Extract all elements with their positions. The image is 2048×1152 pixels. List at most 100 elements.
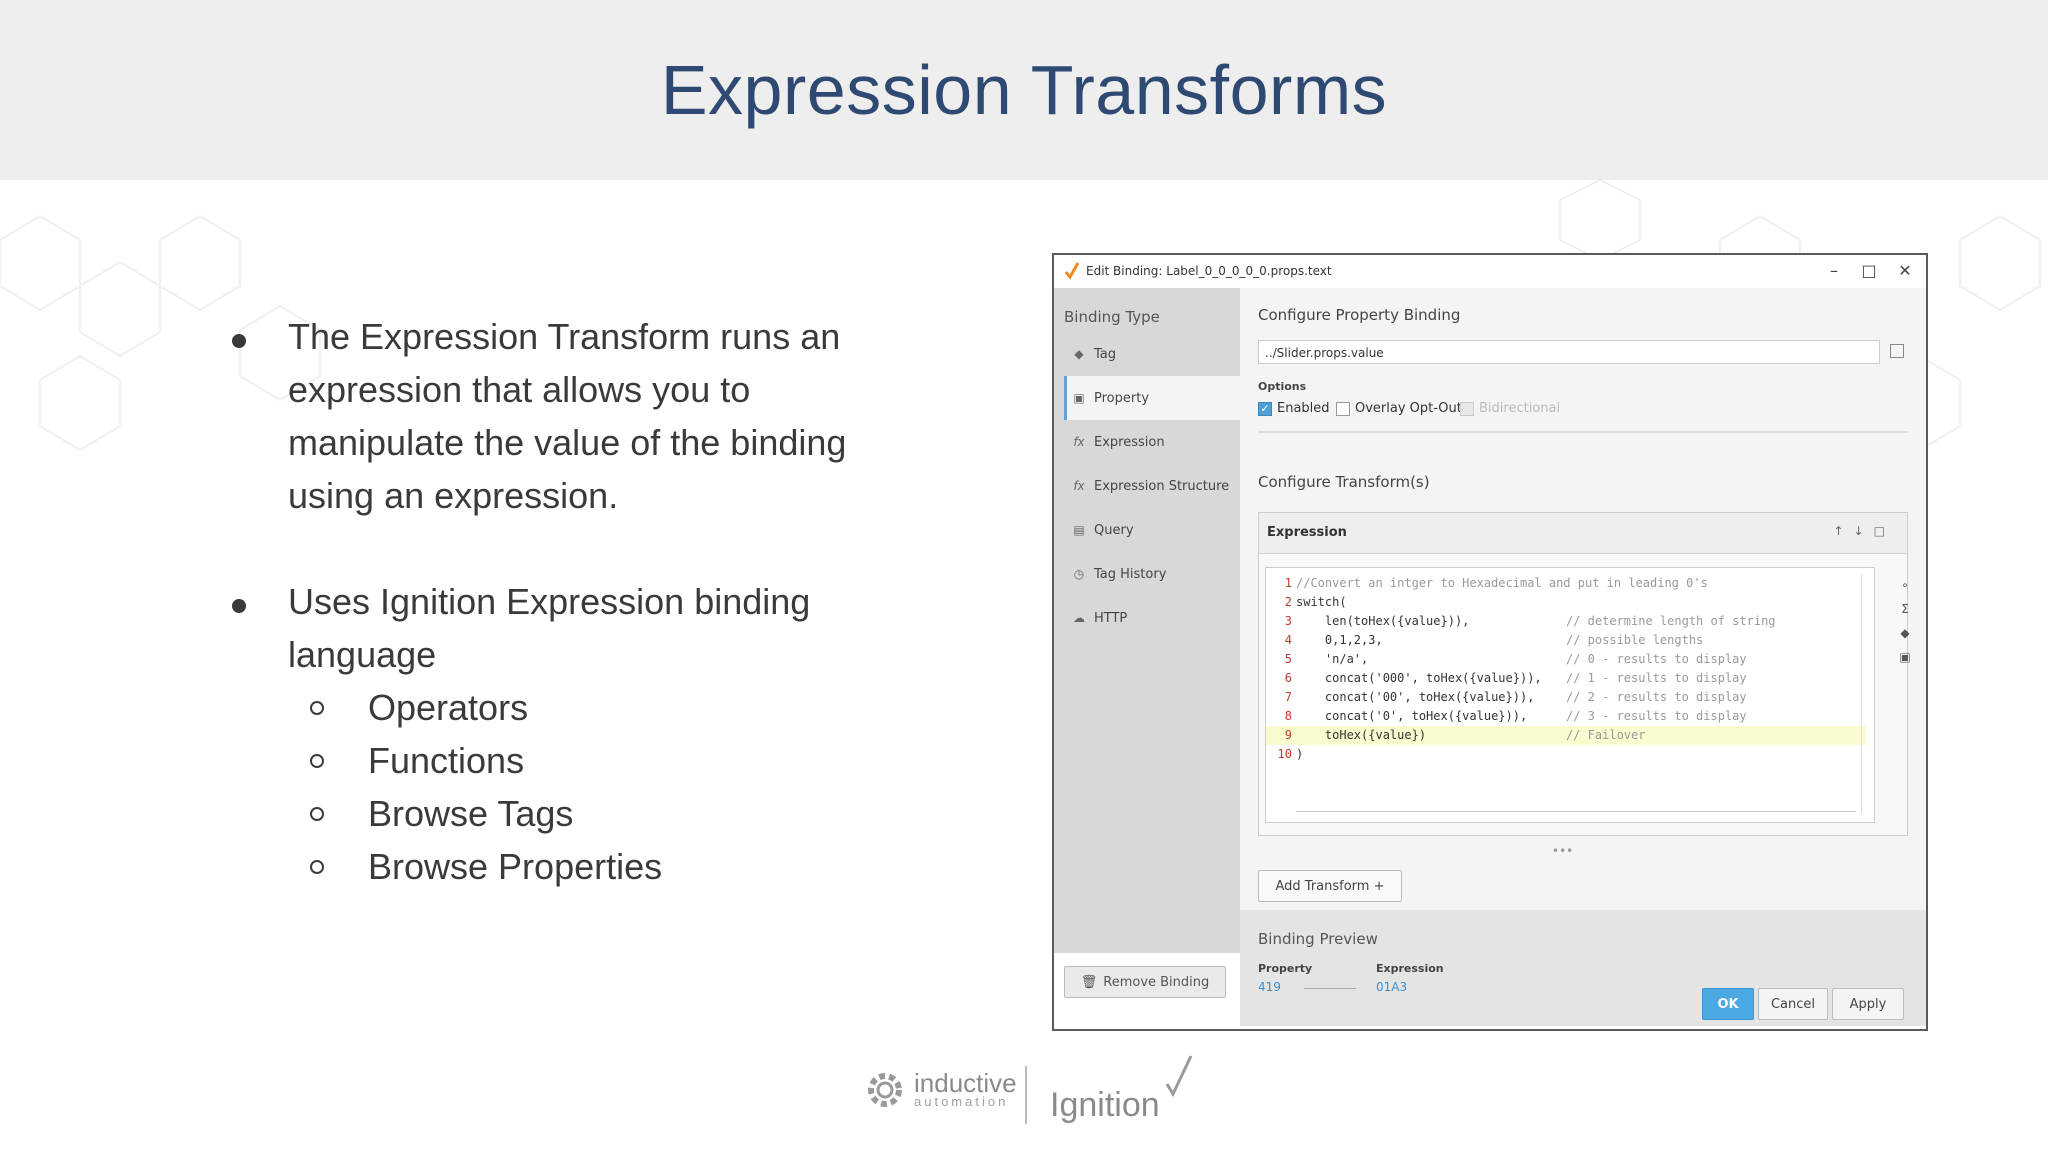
bidirectional-option: Bidirectional — [1460, 401, 1560, 416]
code-line: 4 0,1,2,3, // possible lengths — [1266, 631, 1866, 650]
bullet-item: The Expression Transform runs an express… — [230, 310, 910, 522]
overlay-opt-out-option[interactable]: Overlay Opt-Out — [1336, 401, 1462, 416]
operators-icon[interactable]: ∘ — [1895, 573, 1915, 597]
code-comment: // determine length of string — [1566, 614, 1776, 628]
expression-transform-card: Expression ↑↓□ 1 //Convert an intger to H… — [1258, 512, 1911, 836]
sub-bullet-text: Functions — [368, 740, 525, 781]
gear-icon — [868, 1073, 902, 1107]
move-down-icon[interactable]: ↓ — [1854, 524, 1874, 538]
sub-bullet-text: Browse Properties — [368, 846, 663, 887]
enabled-option[interactable]: ✓ Enabled — [1258, 401, 1330, 416]
checkbox-checked-icon[interactable]: ✓ — [1258, 401, 1272, 416]
drag-handle-icon[interactable]: ••• — [1552, 844, 1573, 858]
code-comment: // 0 - results to display — [1566, 652, 1747, 666]
dialog-title: Edit Binding: Label_0_0_0_0_0.props.text — [1086, 264, 1332, 278]
binding-type-label: Expression — [1094, 434, 1165, 450]
sub-bullet-item: Functions — [230, 734, 910, 787]
transform-label: Expression — [1267, 525, 1347, 540]
minimize-icon[interactable]: – — [1819, 259, 1849, 283]
sub-bullet-ring-icon — [310, 807, 324, 821]
trash-icon[interactable]: □ — [1874, 524, 1895, 538]
logo-word-inductive: inductive — [914, 1068, 1017, 1098]
cancel-button[interactable]: Cancel — [1758, 988, 1828, 1020]
line-number: 3 — [1284, 614, 1292, 628]
ignition-check-icon — [1064, 262, 1080, 280]
code-line: 10) — [1266, 745, 1866, 764]
browse-property-icon[interactable] — [1890, 344, 1904, 358]
inductive-automation-logo: inductive automation — [862, 1050, 1017, 1130]
line-number: 7 — [1284, 690, 1292, 704]
code-line: 1 //Convert an intger to Hexadecimal and … — [1266, 574, 1866, 593]
sub-bullet-text: Operators — [368, 687, 529, 728]
ok-button[interactable]: OK — [1702, 988, 1754, 1020]
logo-word-ignition: Ignition — [1050, 1086, 1160, 1124]
functions-sigma-icon[interactable]: Σ — [1895, 597, 1915, 621]
bullet-text: The Expression Transform runs an express… — [288, 316, 847, 516]
property-path-input[interactable]: ../Slider.props.value — [1258, 340, 1880, 364]
tag-icon: ◆ — [1074, 347, 1084, 361]
remove-binding-button[interactable]: 🗑 Remove Binding — [1064, 966, 1226, 998]
sub-bullet-item: Browse Properties — [230, 840, 910, 893]
slide-title: Expression Transforms — [660, 51, 1388, 129]
line-number: 5 — [1284, 652, 1292, 666]
code-comment: // Failover — [1566, 728, 1646, 742]
divider — [1258, 431, 1908, 433]
preview-property-value: 419 — [1258, 980, 1281, 994]
code-text: concat('00', toHex({value})), — [1296, 690, 1535, 704]
sub-bullet-item: Operators — [230, 681, 910, 734]
code-line: 9 toHex({value}) // Failover — [1266, 726, 1866, 745]
vertical-scrollbar[interactable] — [1861, 574, 1870, 814]
code-comment: // 3 - results to display — [1566, 709, 1747, 723]
options-label: Options — [1258, 380, 1307, 393]
line-number: 1 — [1284, 576, 1292, 590]
checkbox-icon[interactable] — [1336, 401, 1350, 416]
binding-type-tag[interactable]: ◆ Tag — [1064, 332, 1240, 376]
code-text: 'n/a', — [1296, 652, 1369, 666]
code-comment: // 1 - results to display — [1566, 671, 1747, 685]
expression-code-editor[interactable]: 1 //Convert an intger to Hexadecimal and … — [1265, 567, 1875, 823]
close-icon[interactable]: ✕ — [1890, 259, 1920, 283]
browse-properties-icon[interactable]: ▣ — [1895, 645, 1915, 669]
move-up-icon[interactable]: ↑ — [1834, 524, 1854, 538]
line-number: 10 — [1277, 747, 1292, 761]
binding-type-tag-history[interactable]: ◷ Tag History — [1064, 552, 1240, 596]
function-icon: fx — [1073, 479, 1085, 493]
editor-side-tools: ∘ Σ ◆ ▣ — [1895, 573, 1915, 669]
apply-button[interactable]: Apply — [1832, 988, 1904, 1020]
preview-expression-label: Expression — [1376, 962, 1444, 975]
browse-tags-icon[interactable]: ◆ — [1895, 621, 1915, 645]
binding-type-label: Tag History — [1094, 566, 1167, 582]
trash-icon: 🗑 — [1080, 974, 1098, 990]
binding-type-expression[interactable]: fx Expression — [1064, 420, 1240, 464]
option-label: Overlay Opt-Out — [1355, 401, 1462, 416]
binding-type-expression-structure[interactable]: fx Expression Structure — [1064, 464, 1240, 508]
bullet-dot-icon — [232, 334, 246, 348]
bullet-dot-icon — [232, 599, 246, 613]
binding-type-property[interactable]: ▣ Property — [1064, 376, 1240, 420]
configure-panel: Configure Property Binding ../Slider.pro… — [1240, 288, 1926, 910]
binding-type-query[interactable]: ▤ Query — [1064, 508, 1240, 552]
sub-bullet-item: Browse Tags — [230, 787, 910, 840]
sub-bullet-ring-icon — [310, 860, 324, 874]
code-text: switch( — [1296, 595, 1347, 609]
binding-type-http[interactable]: ☁ HTTP — [1064, 596, 1240, 640]
code-line: 2 switch( — [1266, 593, 1866, 612]
binding-type-label: Expression Structure — [1094, 478, 1230, 494]
binding-type-label: Query — [1094, 522, 1134, 538]
binding-type-header: Binding Type — [1064, 308, 1160, 326]
line-number: 4 — [1284, 633, 1292, 647]
preview-expression-value: 01A3 — [1376, 980, 1408, 994]
sub-bullet-text: Browse Tags — [368, 793, 574, 834]
cloud-icon: ☁ — [1073, 611, 1085, 625]
binding-type-label: HTTP — [1094, 610, 1128, 626]
add-transform-button[interactable]: Add Transform + — [1258, 870, 1402, 902]
option-label: Bidirectional — [1479, 401, 1561, 416]
checkbox-disabled-icon — [1460, 401, 1474, 416]
ignition-check-icon — [1165, 1055, 1193, 1098]
sub-bullet-ring-icon — [310, 701, 324, 715]
function-icon: fx — [1073, 435, 1085, 449]
horizontal-scrollbar[interactable] — [1296, 811, 1856, 818]
code-text: len(toHex({value})), — [1296, 614, 1470, 628]
maximize-icon[interactable]: □ — [1854, 259, 1884, 283]
edit-binding-dialog: Edit Binding: Label_0_0_0_0_0.props.text… — [1052, 253, 1928, 1031]
